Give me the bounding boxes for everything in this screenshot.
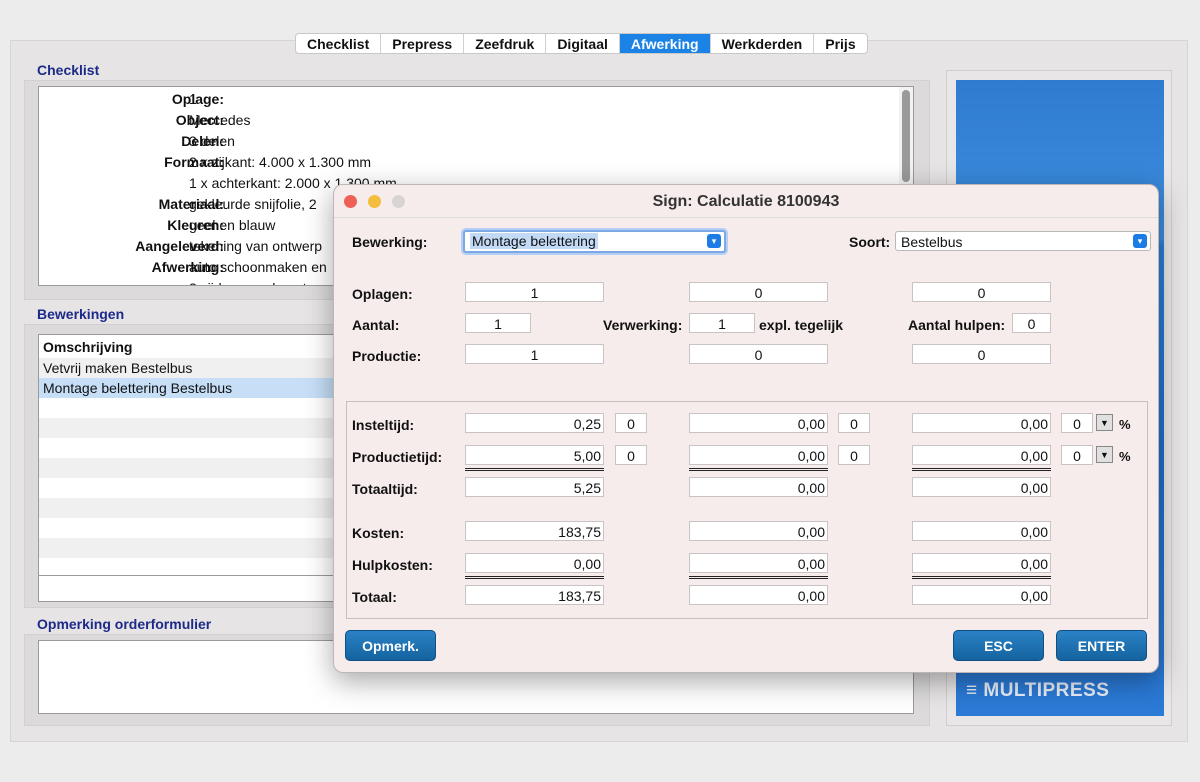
productietijd-field-3[interactable]: 0,00 (912, 445, 1051, 465)
totaal-field-3: 0,00 (912, 585, 1051, 605)
insteltijd-small-3[interactable]: 0 (1061, 413, 1093, 433)
productie-label: Productie: (352, 348, 422, 364)
kosten-field-3[interactable]: 0,00 (912, 521, 1051, 541)
insteltijd-small-1[interactable]: 0 (615, 413, 647, 433)
checklist-label: Oplage: (171, 91, 224, 107)
hulpkosten-field-2[interactable]: 0,00 (689, 553, 828, 573)
bewerkingen-title: Bewerkingen (37, 306, 125, 322)
total-rule (465, 576, 604, 579)
aantal-hulpen-label: Aantal hulpen: (908, 317, 1006, 333)
insteltijd-field-1[interactable]: 0,25 (465, 413, 604, 433)
tab-afwerking[interactable]: Afwerking (619, 34, 711, 53)
checklist-title: Checklist (37, 62, 100, 78)
soort-value: Bestelbus (901, 234, 963, 250)
tab-checklist[interactable]: Checklist (296, 34, 382, 53)
aantal-label: Aantal: (352, 317, 400, 333)
minimize-window-icon[interactable] (368, 195, 381, 208)
productietijd-label: Productietijd: (352, 449, 443, 465)
productie-field-1[interactable]: 1 (465, 344, 604, 364)
productietijd-field-2[interactable]: 0,00 (689, 445, 828, 465)
productie-field-3[interactable]: 0 (912, 344, 1051, 364)
chevron-down-icon: ▾ (707, 234, 721, 248)
totaaltijd-field-3: 0,00 (912, 477, 1051, 497)
insteltijd-small-2[interactable]: 0 (838, 413, 870, 433)
opmerking-title: Opmerking orderformulier (37, 616, 212, 632)
kosten-field-2[interactable]: 0,00 (689, 521, 828, 541)
insteltijd-field-3[interactable]: 0,00 (912, 413, 1051, 433)
oplagen-field-3[interactable]: 0 (912, 282, 1051, 302)
totaal-field-1: 183,75 (465, 585, 604, 605)
hulpkosten-field-1[interactable]: 0,00 (465, 553, 604, 573)
totaaltijd-field-2: 0,00 (689, 477, 828, 497)
productietijd-small-2[interactable]: 0 (838, 445, 870, 465)
totaaltijd-label: Totaaltijd: (352, 481, 418, 497)
expl-tegelijk-label: expl. tegelijk (759, 317, 844, 333)
checklist-value: Mercedes (189, 112, 251, 128)
percent-label: % (1119, 417, 1131, 432)
hulpkosten-field-3[interactable]: 0,00 (912, 553, 1051, 573)
scrollbar-thumb[interactable] (902, 90, 910, 182)
productietijd-small-1[interactable]: 0 (615, 445, 647, 465)
calculatie-dialog: Sign: Calculatie 8100943 Bewerking: Mont… (333, 184, 1159, 673)
percent-label: % (1119, 449, 1131, 464)
tab-werkderden[interactable]: Werkderden (711, 34, 815, 53)
oplagen-field-2[interactable]: 0 (689, 282, 828, 302)
aantal-hulpen-field[interactable]: 0 (1012, 313, 1051, 333)
tab-digitaal[interactable]: Digitaal (546, 34, 620, 53)
checklist-value: 2 x zijkant: 4.000 x 1.300 mm (189, 154, 372, 170)
hulpkosten-label: Hulpkosten: (352, 557, 433, 573)
totaal-field-2: 0,00 (689, 585, 828, 605)
aantal-field[interactable]: 1 (465, 313, 531, 333)
oplagen-label: Oplagen: (352, 286, 413, 302)
checklist-value: gekleurde snijfolie, 2 (189, 196, 317, 212)
soort-select[interactable]: Bestelbus ▾ (895, 231, 1151, 251)
enter-button[interactable]: ENTER (1056, 630, 1147, 661)
verwerking-field[interactable]: 1 (689, 313, 755, 333)
checklist-value: 1 (189, 91, 197, 107)
logo-lines-icon: ≡ (966, 680, 978, 701)
dialog-title: Sign: Calculatie 8100943 (334, 185, 1158, 218)
checklist-value: 2 zijden van de auto (189, 278, 314, 285)
total-rule (689, 576, 828, 579)
insteltijd-label: Insteltijd: (352, 417, 415, 433)
checklist-value: 3 delen (189, 133, 235, 149)
soort-label: Soort: (849, 234, 891, 250)
tab-bar: Checklist Prepress Zeefdruk Digitaal Afw… (295, 33, 868, 54)
chevron-down-icon: ▾ (1133, 234, 1147, 248)
totaal-label: Totaal: (352, 589, 397, 605)
zoom-window-icon[interactable] (392, 195, 405, 208)
bewerking-label: Bewerking: (352, 234, 428, 250)
total-rule (912, 468, 1051, 471)
productietijd-dropdown-icon[interactable]: ▼ (1096, 446, 1113, 463)
kosten-label: Kosten: (352, 525, 405, 541)
bewerking-value: Montage belettering (470, 233, 598, 249)
multipress-logo: ≡ MULTIPRESS (966, 680, 1109, 702)
checklist-value: auto schoonmaken en (189, 259, 327, 275)
bewerking-select[interactable]: Montage belettering ▾ (463, 230, 726, 253)
totaaltijd-field-1: 5,25 (465, 477, 604, 497)
productietijd-small-3[interactable]: 0 (1061, 445, 1093, 465)
oplagen-field-1[interactable]: 1 (465, 282, 604, 302)
tab-prijs[interactable]: Prijs (814, 34, 866, 53)
total-rule (689, 468, 828, 471)
productietijd-field-1[interactable]: 5,00 (465, 445, 604, 465)
tab-zeefdruk[interactable]: Zeefdruk (464, 34, 547, 53)
esc-button[interactable]: ESC (953, 630, 1044, 661)
tab-prepress[interactable]: Prepress (381, 34, 465, 53)
opmerk-button[interactable]: Opmerk. (345, 630, 436, 661)
checklist-value: geel en blauw (189, 217, 276, 233)
kosten-field-1[interactable]: 183,75 (465, 521, 604, 541)
close-window-icon[interactable] (344, 195, 357, 208)
total-rule (465, 468, 604, 471)
total-rule (912, 576, 1051, 579)
checklist-value: tekening van ontwerp (189, 238, 323, 254)
insteltijd-dropdown-icon[interactable]: ▼ (1096, 414, 1113, 431)
productie-field-2[interactable]: 0 (689, 344, 828, 364)
logo-text: MULTIPRESS (983, 680, 1110, 701)
insteltijd-field-2[interactable]: 0,00 (689, 413, 828, 433)
verwerking-label: Verwerking: (603, 317, 683, 333)
